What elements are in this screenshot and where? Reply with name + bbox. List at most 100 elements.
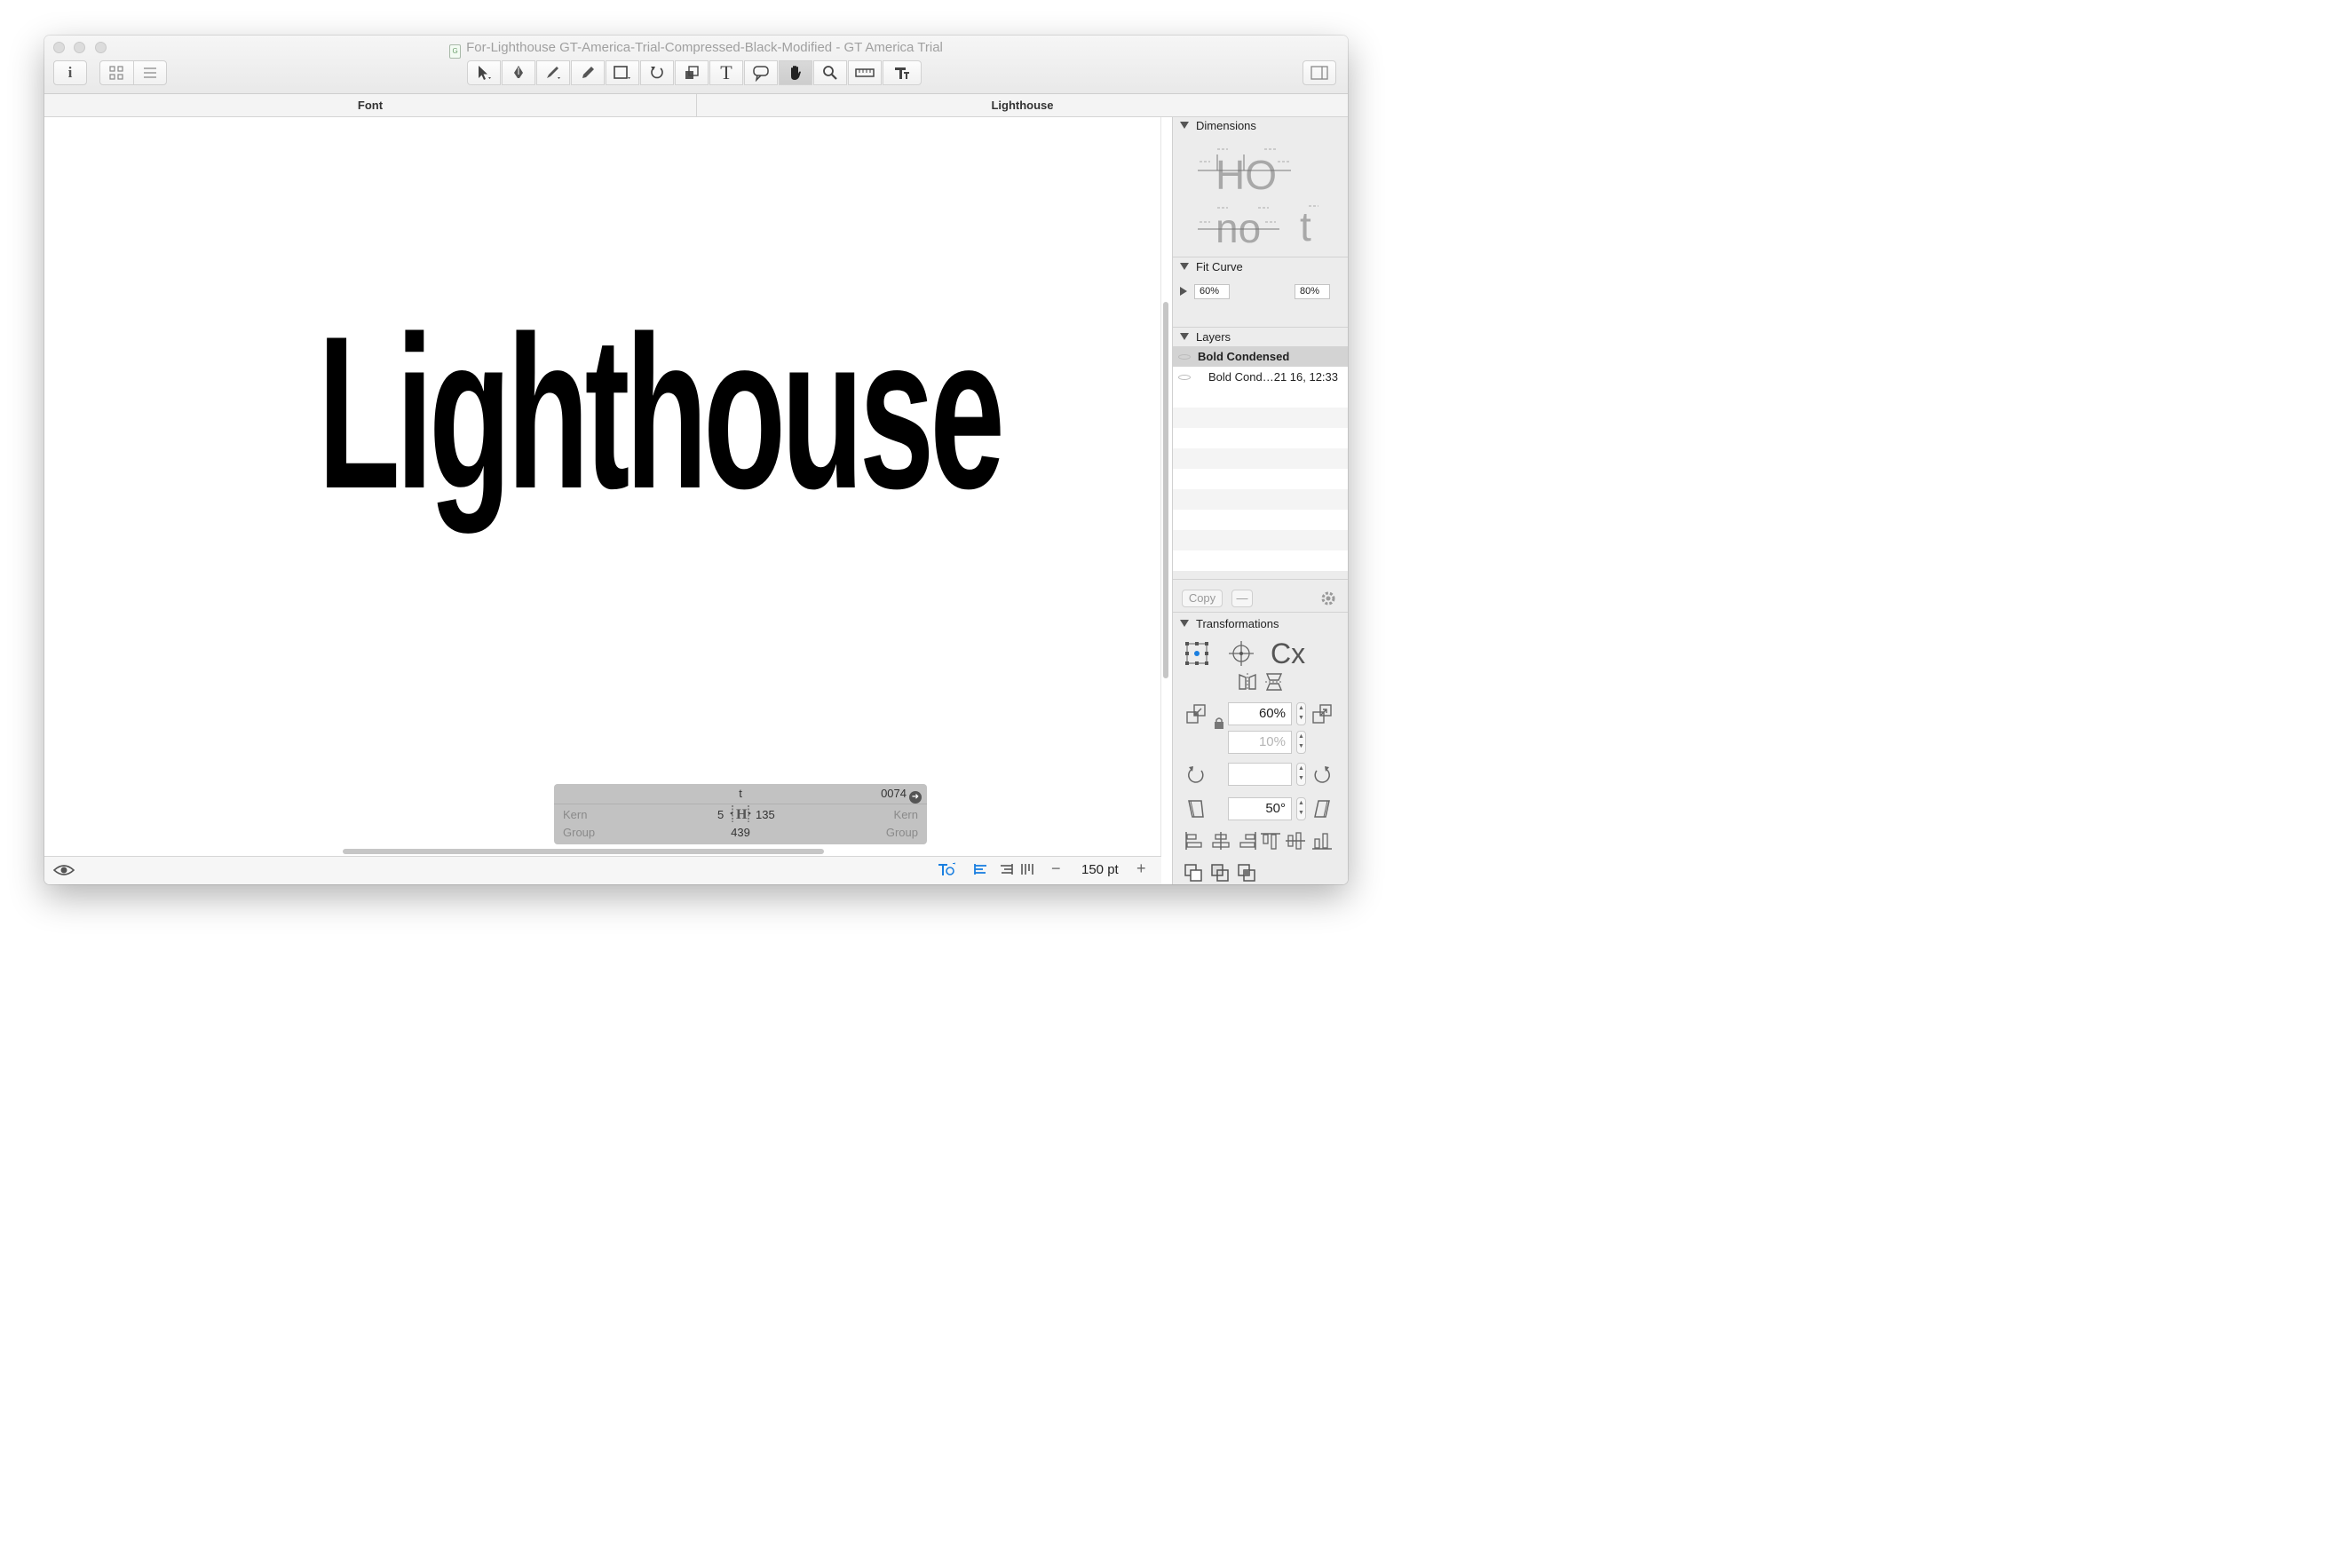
draw-tool[interactable] <box>536 60 570 85</box>
cx-label: Cx <box>1271 637 1306 669</box>
fit-curve-header[interactable]: Fit Curve <box>1173 260 1348 273</box>
eye-icon <box>52 865 75 875</box>
fit-curve-label: Fit Curve <box>1196 260 1243 273</box>
rotate-tool[interactable] <box>640 60 674 85</box>
rotate-cw-button[interactable] <box>1311 764 1333 789</box>
info-button[interactable]: i <box>53 60 87 85</box>
slant-field[interactable]: 50° <box>1228 797 1292 820</box>
tab-bar: Font Lighthouse <box>44 94 1348 117</box>
annotation-tool[interactable] <box>744 60 778 85</box>
align-bottom-edges-button[interactable] <box>1311 831 1333 855</box>
rotate-field[interactable] <box>1228 763 1292 786</box>
dimensions-header[interactable]: Dimensions <box>1173 119 1348 132</box>
tab-font[interactable]: Font <box>44 94 696 116</box>
glyph-name-row: t 0074 ➜ <box>554 784 927 804</box>
slant-right-button[interactable] <box>1311 798 1333 824</box>
layer-options-gear-icon[interactable] <box>1318 590 1338 612</box>
scale-up-icon <box>1312 704 1332 724</box>
slant-right-icon <box>1314 800 1330 818</box>
scale-y-stepper[interactable]: ▲ ▼ <box>1296 731 1306 754</box>
window-title: G For-Lighthouse GT-America-Trial-Compres… <box>44 40 1348 59</box>
vertical-text-button[interactable] <box>1019 862 1035 880</box>
align-right-icon <box>1001 864 1013 875</box>
text-options-icon[interactable] <box>938 861 957 881</box>
align-vertical-centers-button[interactable] <box>1285 831 1306 855</box>
next-glyph-arrow-icon[interactable]: ➜ <box>909 791 922 804</box>
zoom-out-button[interactable]: − <box>1051 859 1061 878</box>
scale-y-field[interactable]: 10% <box>1228 731 1292 754</box>
rotate-stepper[interactable]: ▲ ▼ <box>1296 763 1306 786</box>
pencil-icon <box>582 67 594 78</box>
canvas-vertical-divider <box>1160 117 1161 856</box>
layers-header[interactable]: Layers <box>1173 330 1348 344</box>
scale-x-field[interactable]: 60% <box>1228 702 1292 725</box>
list-view-button[interactable] <box>134 61 167 84</box>
align-horizontal-centers-button[interactable] <box>1210 831 1231 855</box>
align-top-edges-button[interactable] <box>1260 831 1281 855</box>
specimen-text[interactable]: Lighthouse <box>318 304 1005 521</box>
layer-visibility-icon[interactable] <box>1178 354 1191 360</box>
scale-x-stepper[interactable]: ▲ ▼ <box>1296 702 1306 725</box>
zoom-in-button[interactable]: + <box>1136 859 1146 878</box>
right-sidebearing-value[interactable]: 135 <box>756 808 775 821</box>
union-icon <box>1184 864 1202 882</box>
disclosure-triangle-icon <box>1180 263 1189 270</box>
left-sidebearing-value[interactable]: 5 <box>717 808 724 821</box>
text-tool[interactable]: T <box>709 60 743 85</box>
flip-vertical-icon <box>1265 673 1283 691</box>
align-right-edges-button[interactable] <box>1237 831 1258 855</box>
cap-height-x-height-button[interactable]: Cx <box>1271 637 1305 670</box>
align-right-button[interactable] <box>998 862 1014 880</box>
align-left-edges-button[interactable] <box>1184 831 1205 855</box>
vertical-scrollbar[interactable] <box>1163 302 1168 678</box>
fit-curve-play-icon[interactable] <box>1180 287 1187 296</box>
copy-layer-button[interactable]: Copy <box>1182 590 1223 607</box>
tab-lighthouse[interactable]: Lighthouse <box>697 94 1348 116</box>
scale-down-button[interactable] <box>1185 703 1207 729</box>
advance-width-value[interactable]: 439 <box>554 826 927 839</box>
title-bar: G For-Lighthouse GT-America-Trial-Compres… <box>44 36 1348 94</box>
magnifier-icon <box>823 66 837 80</box>
left-kern-label: Kern <box>563 808 588 821</box>
pen-tool[interactable] <box>502 60 535 85</box>
transformations-header[interactable]: Transformations <box>1173 617 1348 630</box>
fit-curve-max-field[interactable]: 80% <box>1295 284 1330 299</box>
glyph-info-tool[interactable] <box>883 60 922 85</box>
preview-toggle[interactable] <box>52 863 75 881</box>
transform-origin-selector[interactable] <box>1184 640 1210 671</box>
info-icon: i <box>67 64 73 81</box>
flip-horizontal-button[interactable] <box>1237 671 1258 697</box>
slant-left-button[interactable] <box>1185 798 1207 824</box>
align-left-icon <box>974 864 986 875</box>
measure-tool[interactable] <box>848 60 882 85</box>
layer-row-master[interactable]: Bold Condensed <box>1173 346 1348 367</box>
hand-tool[interactable] <box>779 60 812 85</box>
shape-tool[interactable] <box>606 60 639 85</box>
grid-view-button[interactable] <box>100 61 134 84</box>
edit-canvas[interactable]: Lighthouse <box>44 117 1161 847</box>
rotate-ccw-button[interactable] <box>1185 764 1207 789</box>
transform-center-button[interactable] <box>1228 640 1255 671</box>
horizontal-scrollbar[interactable] <box>343 849 824 854</box>
scale-lock-icon[interactable] <box>1214 717 1224 733</box>
select-tool[interactable] <box>467 60 501 85</box>
scale-up-button[interactable] <box>1311 703 1333 729</box>
pencil-tool[interactable] <box>571 60 605 85</box>
zoom-tool[interactable] <box>813 60 847 85</box>
slant-stepper[interactable]: ▲ ▼ <box>1296 797 1306 820</box>
path-subtract-button[interactable] <box>1210 863 1231 884</box>
flip-vertical-button[interactable] <box>1263 671 1285 697</box>
sidebar-toggle-button[interactable] <box>1303 60 1336 85</box>
layer-row-backup[interactable]: Bold Cond…21 16, 12:33 <box>1173 367 1348 387</box>
subtract-icon <box>1211 864 1229 882</box>
font-size-value[interactable]: 150 pt <box>1081 862 1119 877</box>
scale-icon <box>685 66 699 79</box>
remove-layer-button[interactable]: — <box>1231 590 1253 607</box>
path-intersect-button[interactable] <box>1237 863 1258 884</box>
layer-visibility-icon[interactable] <box>1178 375 1191 380</box>
bounding-box-origin-icon <box>1185 642 1208 665</box>
path-union-button[interactable] <box>1184 863 1205 884</box>
scale-tool[interactable] <box>675 60 709 85</box>
fit-curve-min-field[interactable]: 60% <box>1194 284 1230 299</box>
align-left-button[interactable] <box>973 862 989 880</box>
